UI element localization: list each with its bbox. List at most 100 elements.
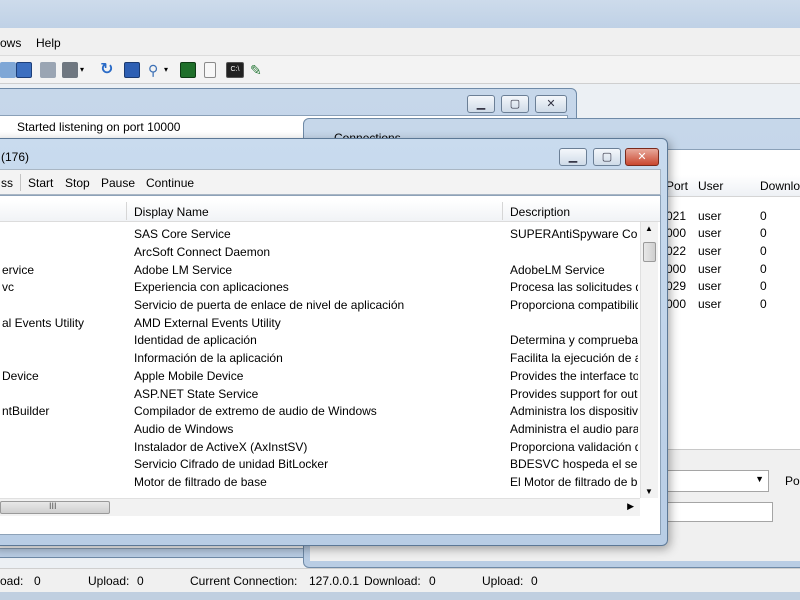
log-message: Started listening on port 10000 (17, 120, 181, 134)
list-item[interactable]: ervice Adobe LM Service AdobeLM Service (0, 261, 640, 279)
connect-icon[interactable] (0, 62, 16, 78)
cell-display-name: Servicio Cifrado de unidad BitLocker (134, 457, 329, 471)
cell-name: ntBuilder (2, 404, 50, 418)
cell-description: Proporciona validación de (510, 440, 638, 454)
dropdown-icon[interactable]: ▾ (80, 62, 88, 78)
cell-name: Device (2, 369, 39, 383)
cell-display-name: Audio de Windows (134, 422, 234, 436)
cell-name: ervice (2, 263, 35, 277)
horizontal-scrollbar[interactable]: III ▶ (0, 498, 640, 516)
col-user[interactable]: User (698, 179, 723, 193)
vertical-scroll-thumb[interactable] (643, 242, 656, 262)
cell-description: BDESVC hospeda el servici (510, 457, 638, 471)
cell-description: El Motor de filtrado de base (510, 475, 638, 489)
table-row[interactable]: 000 user 0 (654, 297, 800, 314)
services-list-header: Display Name Description (0, 200, 660, 222)
cell-display-name: Identidad de aplicación (134, 333, 257, 347)
cell-user: user (698, 209, 722, 223)
scroll-down-icon[interactable]: ▼ (645, 487, 653, 496)
cell-description: Facilita la ejecución de apli (510, 351, 638, 365)
cell-user: user (698, 226, 722, 240)
menu-help[interactable]: Help (36, 36, 61, 50)
table-row[interactable]: 029 user 0 (654, 279, 800, 296)
cell-port: 000 (666, 262, 687, 276)
list-item[interactable]: Instalador de ActiveX (AxInstSV) Proporc… (0, 438, 640, 456)
list-item[interactable]: Motor de filtrado de base El Motor de fi… (0, 473, 640, 491)
table-row[interactable]: 000 user 0 (654, 226, 800, 243)
list-item[interactable]: SAS Core Service SUPERAntiSpyware Core S (0, 225, 640, 243)
cell-user: user (698, 297, 722, 311)
cell-port: 021 (666, 209, 687, 223)
maximize-button[interactable]: ▢ (501, 95, 529, 113)
list-item[interactable]: ArcSoft Connect Daemon (0, 243, 640, 261)
cell-display-name: Compilador de extremo de audio de Window… (134, 404, 377, 418)
close-button[interactable]: ✕ (625, 148, 659, 166)
detail-input[interactable] (665, 502, 773, 522)
status-upload-label: Upload: (88, 574, 130, 588)
file-icon[interactable] (204, 62, 216, 78)
status-download2-label: Download: (364, 574, 421, 588)
monitor-icon[interactable] (16, 62, 32, 78)
table-row[interactable]: 022 user 0 (654, 244, 800, 261)
stop-button[interactable]: Stop (65, 176, 90, 190)
scroll-up-icon[interactable]: ▲ (645, 224, 653, 233)
list-item[interactable]: al Events Utility AMD External Events Ut… (0, 314, 640, 332)
cell-download: 0 (760, 226, 767, 240)
list-item[interactable]: Audio de Windows Administra el audio par… (0, 420, 640, 438)
services-window: (176) ▁ ▢ ✕ ss Start Stop Pause Continue… (0, 138, 668, 546)
cell-name: vc (2, 280, 14, 294)
menu-windows[interactable]: ows (0, 36, 21, 50)
start-button[interactable]: Start (28, 176, 53, 190)
cell-display-name: ASP.NET State Service (134, 387, 259, 401)
status-download-value: 0 (34, 574, 41, 588)
table-row[interactable]: 021 user 0 (654, 209, 800, 226)
vertical-scrollbar[interactable]: ▲ ▼ (640, 222, 658, 498)
cmd-icon[interactable]: C:\ (226, 62, 244, 78)
close-button[interactable]: ✕ (535, 95, 567, 113)
cell-download: 0 (760, 209, 767, 223)
list-item[interactable]: Device Apple Mobile Device Provides the … (0, 367, 640, 385)
maximize-button[interactable]: ▢ (593, 148, 621, 166)
network-icon[interactable] (40, 62, 56, 78)
cell-description: Procesa las solicitudes de a (510, 280, 638, 294)
list-item[interactable]: Información de la aplicación Facilita la… (0, 349, 640, 367)
list-item[interactable]: ASP.NET State Service Provides support f… (0, 385, 640, 403)
col-display-name[interactable]: Display Name (134, 205, 209, 219)
pause-button[interactable]: Pause (101, 176, 135, 190)
cell-display-name: ArcSoft Connect Daemon (134, 245, 271, 259)
minimize-button[interactable]: ▁ (467, 95, 495, 113)
cell-download: 0 (760, 262, 767, 276)
cell-display-name: Adobe LM Service (134, 263, 233, 277)
cell-port: 022 (666, 244, 687, 258)
search-icon[interactable]: ⚲ (148, 62, 164, 78)
terminal-green-icon[interactable] (180, 62, 196, 78)
col-description[interactable]: Description (510, 205, 570, 219)
cell-description: SUPERAntiSpyware Core S (510, 227, 638, 241)
tools-icon[interactable]: ✎ (250, 62, 266, 78)
list-item[interactable]: Identidad de aplicación Determina y comp… (0, 331, 640, 349)
minimize-button[interactable]: ▁ (559, 148, 587, 166)
minimize-icon: ▁ (476, 98, 486, 110)
screen-icon[interactable] (124, 62, 140, 78)
col-port[interactable]: Port (666, 179, 688, 193)
list-item[interactable]: Servicio Cifrado de unidad BitLocker BDE… (0, 455, 640, 473)
status-current-value: 127.0.0.1 (309, 574, 360, 588)
scroll-right-icon[interactable]: ▶ (627, 501, 634, 512)
dropdown-icon[interactable]: ▾ (164, 62, 172, 78)
continue-button[interactable]: Continue (146, 176, 194, 190)
cell-description: Provides the interface to Ap (510, 369, 638, 383)
main-toolbar: ▾ ↻ ⚲ ▾ C:\ ✎ (0, 56, 800, 84)
table-row[interactable]: 000 user 0 (654, 262, 800, 279)
cell-port: 029 (666, 279, 687, 293)
list-item[interactable]: vc Experiencia con aplicaciones Procesa … (0, 278, 640, 296)
toolbar-item-partial[interactable]: ss (1, 176, 13, 190)
refresh-icon[interactable]: ↻ (100, 62, 116, 78)
col-download[interactable]: Downloa (760, 179, 800, 193)
horizontal-scroll-thumb[interactable]: III (0, 501, 110, 514)
cell-description: Administra el audio para pro (510, 422, 638, 436)
cell-display-name: Apple Mobile Device (134, 369, 244, 383)
printer-icon[interactable] (62, 62, 78, 78)
list-item[interactable]: Servicio de puerta de enlace de nivel de… (0, 296, 640, 314)
list-item[interactable]: ntBuilder Compilador de extremo de audio… (0, 402, 640, 420)
connection-dropdown[interactable]: ▼ (665, 470, 769, 492)
